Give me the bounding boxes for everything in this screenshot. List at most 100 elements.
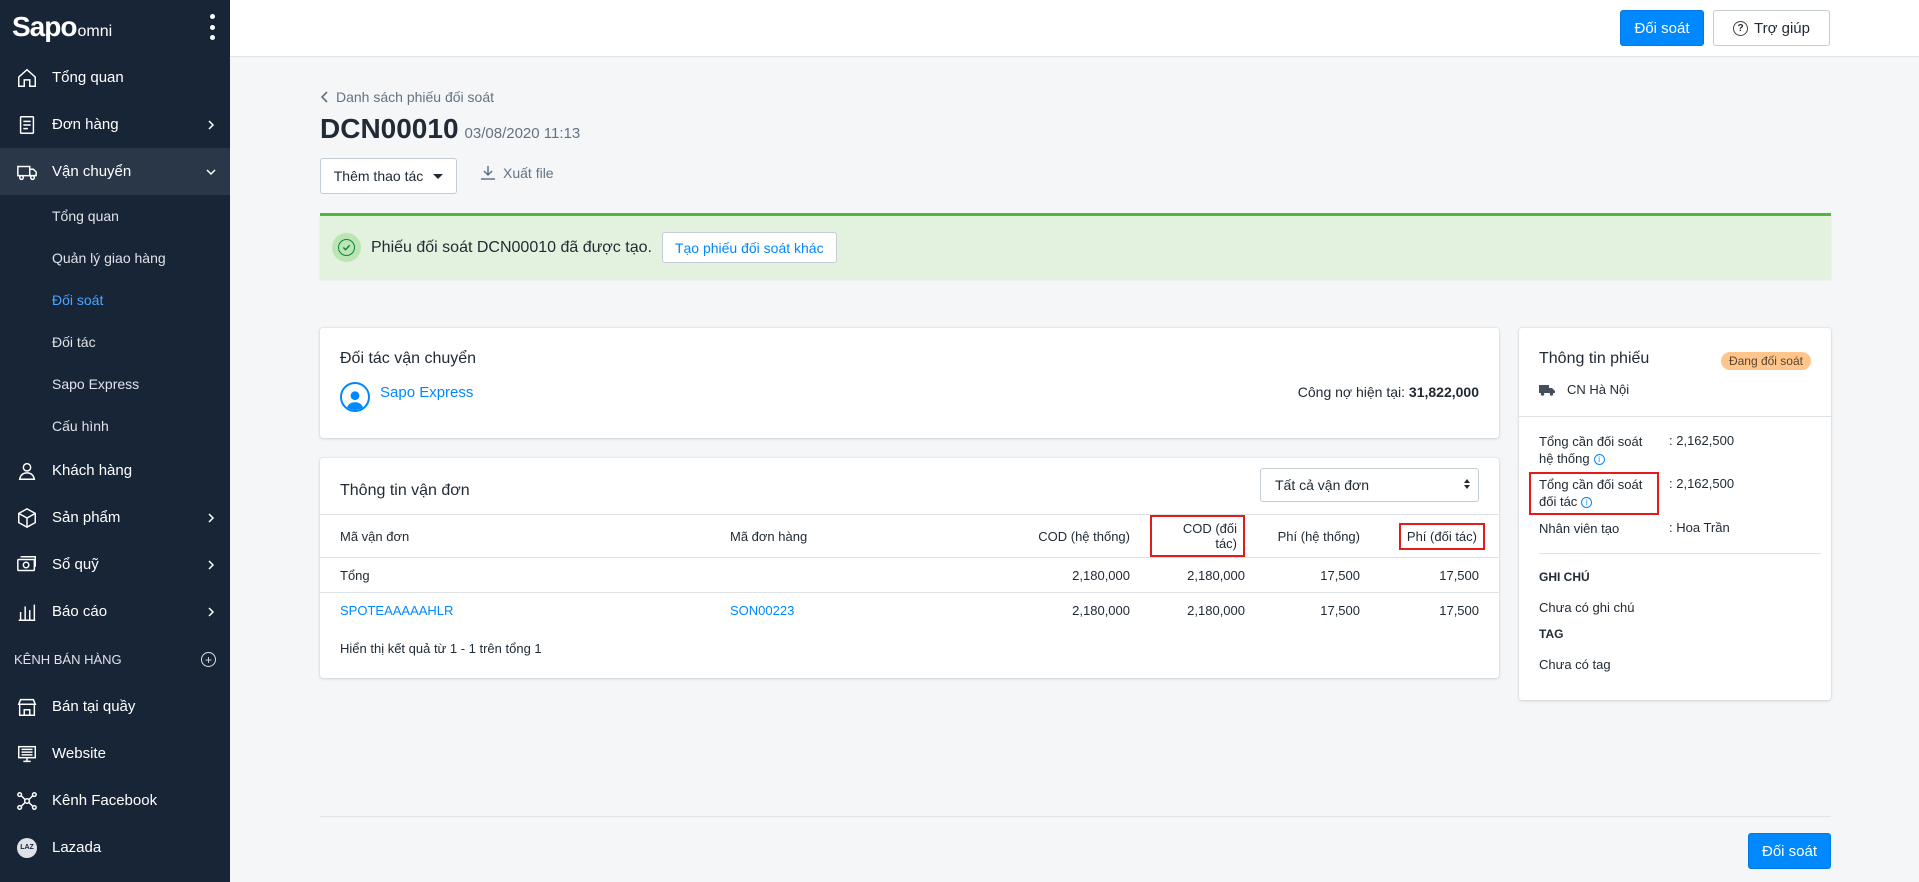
partner-total-label-wrap: Tổng cần đối soát đối tác i (1539, 476, 1649, 510)
sidebar-item-label: Website (52, 745, 106, 762)
kebab-menu-icon[interactable] (208, 14, 216, 40)
help-button[interactable]: ? Trợ giúp (1713, 10, 1830, 46)
box-icon (16, 507, 38, 529)
reconcile-datetime: 03/08/2020 11:13 (464, 125, 581, 142)
success-alert: Phiếu đối soát DCN00010 đã được tạo. Tạo… (320, 213, 1831, 279)
page-title: DCN00010 03/08/2020 11:13 (320, 113, 580, 145)
total-fee-partner: 17,500 (1380, 557, 1499, 593)
sidebar-item-products[interactable]: Sản phẩm (0, 494, 230, 541)
branch-name: CN Hà Nội (1567, 382, 1630, 397)
total-cod-partner: 2,180,000 (1150, 557, 1265, 593)
chevron-left-icon (320, 91, 328, 103)
col-waybill-code: Mã vận đơn (320, 514, 710, 558)
sidebar-sub-reconcile[interactable]: Đối soát (0, 279, 230, 321)
system-total-label: Tổng cần đối soát hệ thống (1539, 434, 1643, 466)
waybill-link[interactable]: SPOTEAAAAAHLR (340, 603, 453, 618)
status-badge: Đang đối soát (1720, 352, 1811, 370)
sidebar-sub-partners[interactable]: Đối tác (0, 321, 230, 363)
col-cod-partner-label: COD (đối tác) (1150, 515, 1245, 557)
chevron-right-icon (208, 606, 215, 617)
alert-message: Phiếu đối soát DCN00010 đã được tạo. (371, 238, 652, 256)
total-cod-system: 2,180,000 (990, 557, 1150, 593)
logo-main: Sapo (12, 11, 77, 42)
tag-text: Chưa có tag (1539, 657, 1611, 672)
home-icon (16, 67, 38, 89)
export-file-button[interactable]: Xuất file (480, 165, 554, 181)
row-fee-system: 17,500 (1265, 592, 1380, 628)
total-fee-system: 17,500 (1265, 557, 1380, 593)
download-icon (481, 166, 495, 180)
bottom-reconcile-button[interactable]: Đối soát (1748, 833, 1831, 869)
partner-card: Đối tác vận chuyển Sapo Express Công nợ … (320, 328, 1499, 438)
sidebar-item-label: Bán tại quầy (52, 698, 136, 715)
footer-divider (320, 816, 1831, 817)
chevron-right-icon (208, 119, 215, 130)
sidebar-item-label: Kênh Facebook (52, 792, 158, 809)
sidebar-sub-overview[interactable]: Tổng quan (0, 195, 230, 237)
pos-icon (16, 696, 38, 718)
sidebar-item-label: Vận chuyển (52, 163, 132, 180)
sidebar: Sapo omni Tổng quan Đơn hàng Vận chuyển … (0, 0, 230, 882)
sidebar-item-label: Tổng quan (52, 69, 124, 86)
chevron-down-icon (206, 168, 216, 175)
sidebar-channel-pos[interactable]: Bán tại quầy (0, 683, 230, 730)
system-total-value: : 2,162,500 (1669, 433, 1735, 448)
sales-channels-text: KÊNH BÁN HÀNG (14, 651, 122, 667)
creator-label: Nhân viên tạo (1539, 521, 1620, 536)
sidebar-item-shipping[interactable]: Vận chuyển (0, 148, 230, 195)
sidebar-item-cashbook[interactable]: Sổ quỹ (0, 541, 230, 588)
truck-icon (16, 161, 38, 183)
sidebar-item-orders[interactable]: Đơn hàng (0, 101, 230, 148)
col-fee-partner: Phí (đối tác) (1380, 514, 1499, 558)
waybill-filter-select[interactable]: Tất cả vận đơn (1260, 468, 1479, 502)
tag-heading: TAG (1539, 627, 1564, 641)
sidebar-sub-sapo-express[interactable]: Sapo Express (0, 363, 230, 405)
lazada-icon: LAZ (16, 837, 38, 859)
sapo-logo[interactable]: Sapo omni (12, 11, 112, 43)
partner-total-value: : 2,162,500 (1669, 476, 1735, 491)
sidebar-item-customers[interactable]: Khách hàng (0, 447, 230, 494)
pagination-summary: Hiển thị kết quả từ 1 - 1 trên tổng 1 (340, 641, 542, 656)
top-reconcile-button[interactable]: Đối soát (1620, 10, 1704, 46)
sidebar-sub-delivery[interactable]: Quản lý giao hàng (0, 237, 230, 279)
chart-icon (16, 601, 38, 623)
topbar: Đối soát ? Trợ giúp (230, 0, 1919, 57)
branch-row: CN Hà Nội (1539, 382, 1629, 397)
order-link[interactable]: SON00223 (730, 603, 794, 618)
add-channel-icon[interactable]: + (201, 652, 216, 667)
create-another-button[interactable]: Tạo phiếu đối soát khác (661, 232, 837, 263)
note-text: Chưa có ghi chú (1539, 600, 1635, 615)
table-row: SPOTEAAAAAHLR SON00223 2,180,000 2,180,0… (320, 592, 1499, 628)
info-card-title: Thông tin phiếu (1539, 350, 1650, 367)
sidebar-channel-website[interactable]: Website (0, 730, 230, 777)
chevron-right-icon (208, 559, 215, 570)
sidebar-item-label: Sản phẩm (52, 509, 121, 526)
reconcile-code: DCN00010 (320, 113, 459, 144)
table-total-row: Tổng 2,180,000 2,180,000 17,500 17,500 (320, 557, 1499, 593)
sales-channels-label: KÊNH BÁN HÀNG + (0, 635, 230, 683)
order-cell: SON00223 (710, 592, 990, 628)
more-actions-dropdown[interactable]: Thêm thao tác (320, 158, 457, 194)
sidebar-item-overview[interactable]: Tổng quan (0, 54, 230, 101)
system-total-label-wrap: Tổng cần đối soát hệ thống i (1539, 433, 1649, 467)
current-debt: Công nợ hiện tại: 31,822,000 (1298, 384, 1479, 400)
row-cod-system: 2,180,000 (990, 592, 1150, 628)
waybill-card: Thông tin vận đơn Tất cả vận đơn Mã vận … (320, 458, 1499, 678)
logo-row: Sapo omni (0, 0, 230, 54)
col-cod-system: COD (hệ thống) (990, 514, 1150, 558)
sidebar-channel-lazada[interactable]: LAZ Lazada (0, 824, 230, 871)
note-heading: GHI CHÚ (1539, 570, 1590, 584)
logo-sub: omni (77, 23, 113, 40)
breadcrumb[interactable]: Danh sách phiếu đối soát (320, 89, 494, 105)
info-icon[interactable]: i (1593, 454, 1605, 465)
sidebar-sub-config[interactable]: Cấu hình (0, 405, 230, 447)
truck-icon (1539, 384, 1555, 396)
waybill-card-title: Thông tin vận đơn (340, 482, 470, 499)
partner-name-link[interactable]: Sapo Express (380, 384, 473, 401)
sidebar-item-reports[interactable]: Báo cáo (0, 588, 230, 635)
sidebar-channel-facebook[interactable]: Kênh Facebook (0, 777, 230, 824)
total-label: Tổng (320, 557, 710, 593)
help-label: Trợ giúp (1754, 19, 1810, 37)
info-icon[interactable]: i (1581, 497, 1593, 508)
reconcile-info-card: Thông tin phiếu Đang đối soát CN Hà Nội … (1519, 328, 1831, 700)
